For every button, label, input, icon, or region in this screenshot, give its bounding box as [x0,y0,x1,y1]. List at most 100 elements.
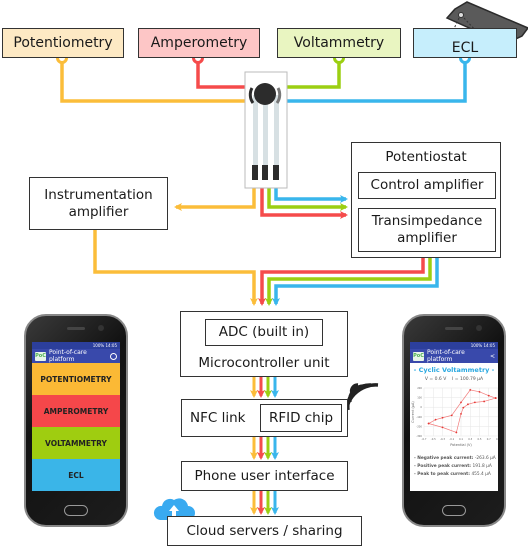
wire-amperometry [196,60,246,89]
cv-point [455,431,458,434]
rfid-chip-block: RFID chip [260,404,342,432]
cv-plot: 2001000-100-200-300-0.7 -0.5 -0.3 -0.1 0.1 0.… [411,386,498,447]
x-tick-label: -0.1 [449,437,454,441]
instrumentation-amplifier-block: Instrumentation amplifier [29,177,168,230]
home-button[interactable] [64,505,88,516]
menu-item-ecl[interactable]: ECL [32,459,120,491]
adc-block: ADC (built in) [205,319,323,346]
cv-point [483,400,486,403]
cv-point [434,418,437,421]
x-tick-label: 0.5 [478,437,482,441]
control-amplifier-block: Control amplifier [358,172,496,199]
cv-point [473,401,476,404]
technique-potentiometry: Potentiometry [2,28,124,58]
result-line: - Peak to peak current: 455.4 µA [414,471,498,479]
wire-sensor-blue-to-potentiostat [274,188,348,203]
nfc-link-label: NFC link [190,409,246,426]
y-tick-label: 0 [420,405,422,409]
y-tick-label: 200 [417,386,422,390]
technique-voltammetry: Voltammetry [277,28,401,58]
status-bar: 100% 14:05 [32,342,120,349]
phone-camera [98,325,104,331]
status-text: 100% 14:05 [470,343,495,348]
x-tick-label: -0.5 [431,437,436,441]
microcontroller-unit-block: ADC (built in) Microcontroller unit [180,311,348,377]
x-tick-label: 0.3 [468,437,472,441]
result-line: - Positive peak current: 191.8 µA [414,463,498,471]
cv-point [441,416,444,419]
technique-ecl: ECL [413,28,517,58]
cv-point [460,401,462,404]
right-smartphone: 100% 14:05 PoC Point-of-care platform < … [402,314,506,527]
mcu-label: Microcontroller unit [198,355,330,371]
cv-point [478,390,481,393]
phone-speaker [67,327,85,330]
cv-curve-forward [428,389,496,424]
app-logo: PoC [35,351,46,361]
cv-point [427,422,430,425]
y-tick-label: -200 [416,424,422,428]
menu-item-potentiometry[interactable]: POTENTIOMETRY [32,363,120,395]
cv-point [450,414,453,417]
app-title: Point-of-care platform [49,349,87,363]
app-bar: PoC Point-of-care platform [32,349,120,363]
result-value: -263.6 µA [474,456,496,461]
status-bar: 100% 14:05 [410,342,498,349]
result-label: - Peak to peak current: [414,472,472,477]
technique-menu: POTENTIOMETRY AMPEROMETRY VOLTAMMETRY ECL [32,363,120,491]
result-label: - Positive peak current: [414,464,473,469]
screen-printed-electrode-icon [244,71,288,189]
phone-user-interface-block: Phone user interface [181,461,348,491]
x-tick-label: -0.3 [440,437,445,441]
wire-sensor-to-instr-amp [174,188,256,211]
x-tick-label: 0.7 [487,437,491,441]
technique-amperometry: Amperometry [138,28,260,58]
left-smartphone: 100% 14:05 PoC Point-of-care platform PO… [24,314,128,527]
status-text: 100% 14:05 [92,343,117,348]
cv-curve-reverse [428,397,496,433]
wire-voltammetry [287,60,341,89]
menu-item-amperometry[interactable]: AMPEROMETRY [32,395,120,427]
info-icon[interactable] [110,352,117,360]
transimpedance-amplifier-block: Transimpedance amplifier [358,208,496,252]
cv-point [441,426,444,429]
voltage-readout: V = 0.6 V [424,377,447,382]
y-tick-label: 100 [417,396,422,400]
cv-point [487,394,490,397]
phone-speaker [445,327,463,330]
wire-ecl [287,60,467,103]
potentiostat-block: Potentiostat Control amplifier Transimpe… [351,142,501,258]
current-readout: I = 100.79 µA [452,377,484,382]
right-phone-screen: 100% 14:05 PoC Point-of-care platform < … [410,342,498,491]
menu-item-voltammetry[interactable]: VOLTAMMETRY [32,427,120,459]
result-label: - Negative peak current: [414,456,475,461]
left-phone-screen: 100% 14:05 PoC Point-of-care platform PO… [32,342,120,491]
nfc-link-block: NFC link RFID chip [181,399,348,437]
cv-point [467,403,469,406]
result-value: 191.8 µA [472,464,492,469]
home-button[interactable] [442,505,466,516]
cv-heading: - Cyclic Voltammetry - [413,366,495,374]
x-tick-label: -0.7 [422,437,427,441]
share-icon[interactable]: < [490,353,495,360]
app-logo: PoC [413,351,424,361]
cv-point [494,397,497,399]
phone-camera [476,325,482,331]
result-line: - Negative peak current: -263.6 µA [414,455,498,463]
wireless-signal-icon [344,383,379,419]
y-tick-label: -100 [416,415,422,419]
app-bar: PoC Point-of-care platform < [410,349,498,363]
app-title: Point-of-care platform [427,349,465,363]
result-value: 455.4 µA [471,472,491,477]
x-tick-label: 0.1 [459,437,463,441]
cv-results: - Negative peak current: -263.6 µA - Posi… [414,455,498,479]
wire-potentiostat-green-to-mcu [265,257,432,306]
potentiostat-title: Potentiostat [385,149,467,165]
cv-point [469,389,472,391]
x-axis-label: Potential (V) [450,443,472,447]
cv-point [460,413,462,415]
y-axis-label: Current (µA) [411,401,415,423]
cv-point [462,406,465,409]
wire-potentiometry [60,60,246,103]
cv-readout: V = 0.6 V I = 100.79 µA [410,377,498,382]
